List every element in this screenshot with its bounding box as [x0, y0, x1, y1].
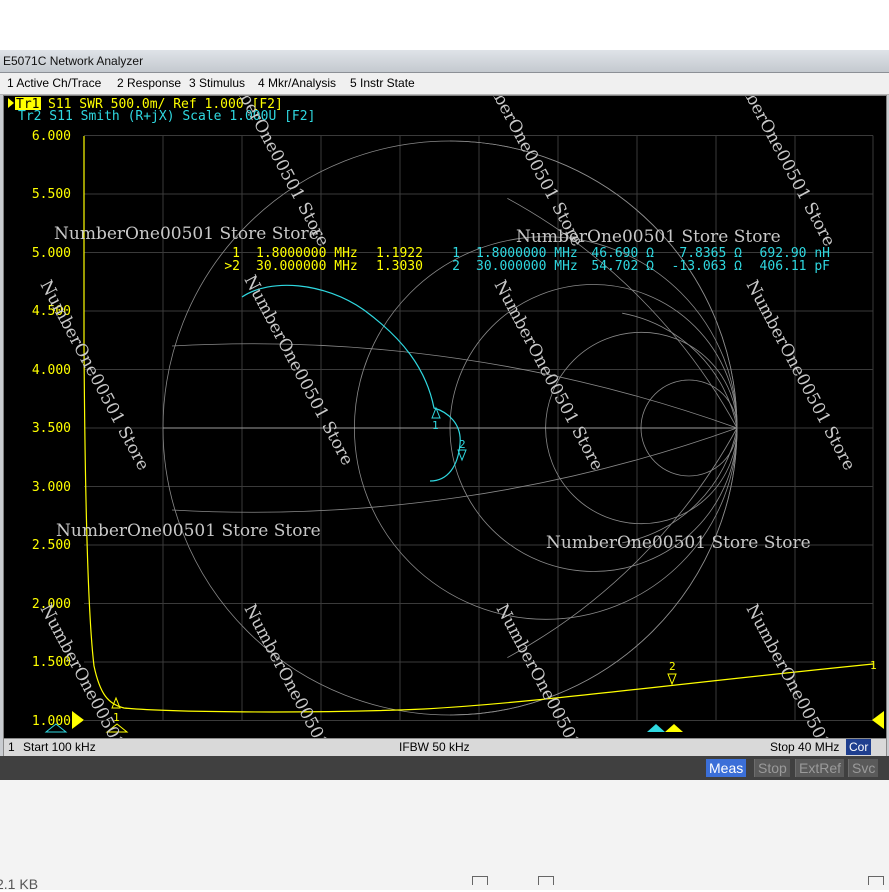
watermark-text: NumberOne00501 Store: [492, 601, 609, 738]
swr-marker-label: 2: [669, 660, 676, 673]
window-title: E5071C Network Analyzer: [3, 54, 144, 68]
y-tick-label: 4.000: [32, 363, 71, 378]
menu-stimulus[interactable]: 3 Stimulus: [189, 76, 245, 90]
trace-display: 6.000 5.500 5.000 4.500 4.000 3.500 3.00…: [8, 53, 884, 798]
watermark-text: NumberOne00501 Store: [490, 277, 607, 474]
y-tick-label: 5.000: [32, 246, 71, 261]
watermark-text: NumberOne00501 Store Store: [516, 227, 781, 247]
measurement-screen: 6.000 5.500 5.000 4.500 4.000 3.500 3.00…: [3, 53, 887, 798]
scan-icon[interactable]: [472, 876, 488, 885]
watermark-text: NumberOne00501 Store Store: [546, 533, 811, 553]
softkey-bar: Meas Stop ExtRef Svc: [0, 756, 889, 780]
smith-marker-lc: 406.11 pF: [760, 259, 831, 274]
smith-marker-label: 1: [432, 419, 439, 432]
watermark-text: NumberOne00501 Store: [240, 272, 357, 469]
status-channel[interactable]: 1: [8, 740, 15, 754]
swr-marker-value: 1.3030: [376, 259, 423, 274]
status-ifbw[interactable]: IFBW 50 kHz: [399, 740, 470, 754]
watermark-text: NumberOne00501 Store: [742, 277, 859, 474]
marker-labels: 1 2 1 2 1: [113, 419, 877, 724]
analyzer-window: E5071C Network Analyzer 1 Active Ch/Trac…: [0, 50, 889, 798]
active-trace-arrow-icon: [8, 98, 14, 108]
status-stop[interactable]: Stop 40 MHz: [770, 740, 839, 754]
y-tick-label: 3.000: [32, 480, 71, 495]
y-tick-label: 6.000: [32, 129, 71, 144]
meas-button[interactable]: Meas: [706, 759, 747, 777]
status-bar: 1 Start 100 kHz IFBW 50 kHz Stop 40 MHz …: [3, 738, 887, 757]
ext-ref-button[interactable]: ExtRef: [795, 759, 845, 777]
menu-instr-state[interactable]: 5 Instr State: [350, 76, 415, 90]
correction-indicator[interactable]: Cor: [846, 739, 872, 755]
axis-edge-markers: [44, 711, 884, 733]
y-tick-label: 3.500: [32, 421, 71, 436]
y-tick-label: 5.500: [32, 187, 71, 202]
menu-mkr-analysis[interactable]: 4 Mkr/Analysis: [258, 76, 336, 90]
smith-marker-r: 54.702 Ω: [591, 259, 654, 274]
fullscreen-icon[interactable]: [868, 876, 884, 885]
swr-marker-readout: 1 1.8000000 MHz 1.1922 >2 30.000000 MHz …: [224, 246, 423, 274]
status-start[interactable]: Start 100 kHz: [23, 740, 96, 754]
smith-marker-id: 2: [452, 259, 460, 274]
swr-marker-label: 1: [870, 659, 877, 672]
swr-marker-id: >2: [224, 259, 240, 274]
smith-marker-readout: 1 1.8000000 MHz 46.690 Ω 7.8365 Ω 692.90…: [452, 246, 830, 274]
stop-button[interactable]: Stop: [754, 759, 790, 777]
watermark-text: NumberOne00501 Store: [742, 601, 859, 738]
smith-marker-label: 2: [459, 438, 466, 451]
swr-marker-triangles: [111, 673, 677, 709]
watermark-text: NumberOne00501 Store Store: [56, 521, 321, 541]
svc-button[interactable]: Svc: [848, 759, 879, 777]
viewer-footer: 2.1 KB: [0, 780, 889, 892]
watermark-text: NumberOne00501 Store Store: [54, 224, 319, 244]
text-extract-icon[interactable]: [538, 876, 554, 885]
title-bar: E5071C Network Analyzer: [0, 50, 889, 73]
y-tick-label: 1.000: [32, 714, 71, 729]
menu-response[interactable]: 2 Response: [117, 76, 181, 90]
smith-marker-x: -13.063 Ω: [672, 259, 743, 274]
menu-bar: 1 Active Ch/Trace 2 Response 3 Stimulus …: [0, 73, 889, 95]
smith-marker-freq: 30.000000 MHz: [476, 259, 578, 274]
watermark-text: NumberOne00501 Store: [240, 601, 357, 738]
swr-marker-freq: 30.000000 MHz: [256, 259, 358, 274]
menu-active-ch-trace[interactable]: 1 Active Ch/Trace: [7, 76, 101, 90]
